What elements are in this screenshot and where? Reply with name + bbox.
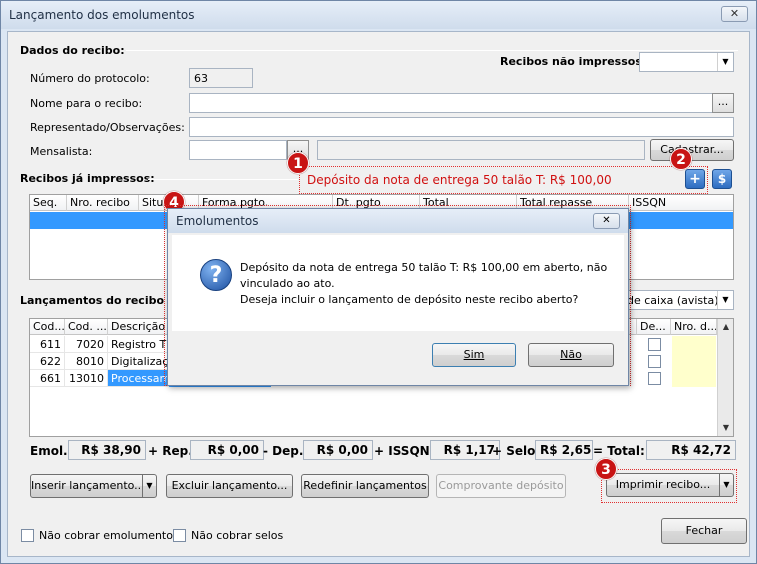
col-nro-recibo[interactable]: Nro. recibo	[67, 195, 139, 211]
badge-1: 1	[287, 152, 309, 174]
nro-doc-cells[interactable]	[672, 336, 716, 387]
row3-cod1[interactable]: 661	[30, 370, 65, 387]
section-dados-recibo: Dados do recibo:	[20, 44, 125, 57]
col-issqn[interactable]: ISSQN	[629, 195, 733, 211]
dep-label: - Dep.:	[263, 444, 309, 458]
dialog-message-line3: Deseja incluir o lançamento de depósito …	[240, 293, 579, 306]
mensalista-input[interactable]	[189, 140, 287, 160]
row3-descricao[interactable]: Processame	[108, 370, 169, 387]
col-cod2[interactable]: Cod. ...	[65, 319, 108, 335]
excluir-lancamento-button[interactable]: Excluir lançamento...	[166, 474, 293, 498]
row3-dep-checkbox[interactable]	[648, 372, 661, 385]
protocolo-field: 63	[189, 68, 253, 88]
redefinir-lancamentos-button[interactable]: Redefinir lançamentos	[301, 474, 429, 498]
row2-descricao[interactable]: Digitalização	[108, 353, 169, 370]
close-icon[interactable]: ✕	[593, 213, 620, 229]
row3-cod2[interactable]: 13010	[65, 370, 108, 387]
section-recibos-impressos: Recibos já impressos:	[20, 172, 155, 185]
sim-button[interactable]: Sim	[432, 343, 516, 367]
col-cod1[interactable]: Cod....	[30, 319, 65, 335]
dialog-body: ? Depósito da nota de entrega 50 talão T…	[172, 235, 624, 331]
row2-cod1[interactable]: 622	[30, 353, 65, 370]
dollar-icon[interactable]: $	[712, 169, 732, 189]
emolumentos-dialog: Emolumentos ✕ ? Depósito da nota de entr…	[167, 208, 629, 386]
deposit-notice-text: Depósito da nota de entrega 50 talão T: …	[307, 173, 612, 187]
col-descricao[interactable]: Descrição	[108, 319, 169, 335]
row1-dep-checkbox[interactable]	[648, 338, 661, 351]
protocolo-label: Número do protocolo:	[30, 72, 150, 85]
badge-2: 2	[670, 148, 692, 170]
issqn-value: R$ 1,17	[430, 440, 500, 460]
nao-button[interactable]: Não	[528, 343, 614, 367]
chevron-down-icon[interactable]: ▼	[719, 473, 734, 497]
nao-cobrar-emolumentos-checkbox[interactable]	[21, 529, 34, 542]
main-window: Lançamento dos emolumentos ✕ Dados do re…	[0, 0, 757, 564]
row2-dep-checkbox[interactable]	[648, 355, 661, 368]
chevron-down-icon[interactable]: ▼	[717, 53, 733, 71]
total-value: R$ 42,72	[646, 440, 736, 460]
section-divider	[148, 179, 298, 180]
selo-label: + Selo:	[492, 444, 541, 458]
nao-cobrar-selos-checkbox[interactable]	[173, 529, 186, 542]
row2-cod2[interactable]: 8010	[65, 353, 108, 370]
dialog-message-line2: vinculado ao ato.	[240, 277, 335, 290]
imprimir-recibo-button[interactable]: Imprimir recibo...	[606, 473, 720, 497]
scroll-up-icon[interactable]: ▲	[718, 319, 733, 335]
col-nro-doc[interactable]: Nro. d...	[671, 319, 717, 335]
dialog-title-bar: Emolumentos ✕	[168, 209, 628, 233]
plus-icon[interactable]: +	[685, 169, 705, 189]
title-bar: Lançamento dos emolumentos ✕	[1, 1, 756, 29]
nome-recibo-input[interactable]	[189, 93, 713, 113]
row1-cod2[interactable]: 7020	[65, 336, 108, 353]
dialog-message-line1: Depósito da nota de entrega 50 talão T: …	[240, 261, 608, 274]
forma-pgto-value: de caixa (avista)	[627, 294, 719, 307]
forma-pgto-select[interactable]: de caixa (avista) ▼	[622, 290, 734, 310]
nao-cobrar-selos-label[interactable]: Não cobrar selos	[191, 529, 283, 542]
inserir-lancamento-button[interactable]: Inserir lançamento...	[30, 474, 143, 498]
lancamentos-scrollbar[interactable]: ▲ ▼	[717, 319, 733, 436]
nome-recibo-lookup-button[interactable]: ...	[712, 93, 734, 113]
scroll-down-icon[interactable]: ▼	[718, 420, 733, 436]
representado-label: Representado/Observações:	[30, 121, 185, 134]
selo-value: R$ 2,65	[535, 440, 593, 460]
nao-cobrar-emolumentos-label[interactable]: Não cobrar emolumentos	[39, 529, 179, 542]
rep-value: R$ 0,00	[190, 440, 264, 460]
recibos-nao-impressos-select[interactable]: ▼	[639, 52, 734, 72]
dep-value: R$ 0,00	[303, 440, 373, 460]
representado-input[interactable]	[189, 117, 734, 137]
close-icon[interactable]: ✕	[721, 6, 748, 22]
emol-label: Emol.:	[30, 444, 73, 458]
issqn-label: + ISSQN:	[374, 444, 435, 458]
recibos-nao-impressos-label: Recibos não impressos:	[500, 55, 647, 68]
cadastrar-button[interactable]: Cadastrar...	[650, 139, 734, 161]
comprovante-deposito-button[interactable]: Comprovante depósito	[436, 474, 566, 498]
chevron-down-icon[interactable]: ▼	[142, 474, 157, 498]
emol-value: R$ 38,90	[68, 440, 146, 460]
question-icon: ?	[200, 259, 232, 291]
col-dep[interactable]: De...	[637, 319, 671, 335]
mensalista-label: Mensalista:	[30, 145, 93, 158]
row1-descricao[interactable]: Registro TD	[108, 336, 169, 353]
dialog-title: Emolumentos	[176, 214, 259, 228]
row1-cod1[interactable]: 611	[30, 336, 65, 353]
nome-recibo-label: Nome para o recibo:	[30, 97, 143, 110]
col-seq[interactable]: Seq.	[30, 195, 67, 211]
mensalista-nome-field	[317, 140, 645, 160]
window-title: Lançamento dos emolumentos	[9, 8, 195, 22]
total-label: = Total:	[593, 444, 645, 458]
section-divider	[126, 50, 738, 51]
badge-3: 3	[595, 458, 617, 480]
chevron-down-icon[interactable]: ▼	[717, 291, 733, 309]
fechar-button[interactable]: Fechar	[661, 518, 747, 544]
